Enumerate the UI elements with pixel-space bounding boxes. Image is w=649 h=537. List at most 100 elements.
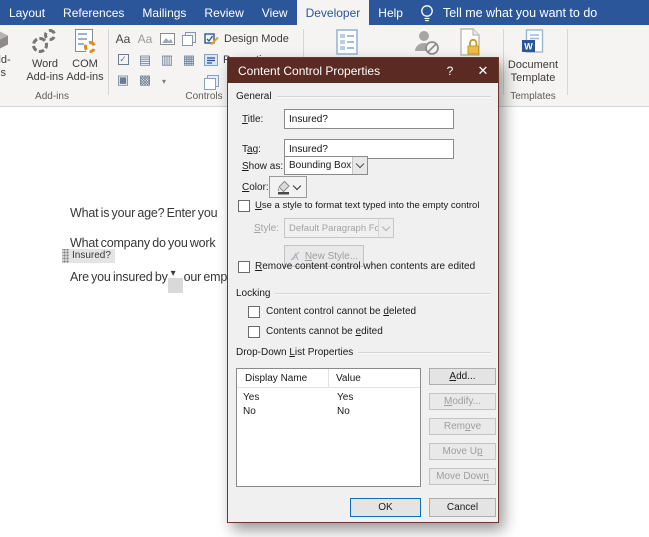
plain-text-control-button[interactable]: Aa: [136, 31, 154, 46]
ddl-cell: No: [337, 405, 350, 417]
svg-text:W: W: [524, 42, 533, 52]
ok-button[interactable]: OK: [350, 498, 421, 517]
content-control-tag-label: Insured?: [69, 249, 115, 263]
group-separator: [567, 29, 568, 95]
ribbon-tab-bar: Layout References Mailings Review View D…: [0, 0, 649, 25]
cannot-edit-checkbox[interactable]: [248, 326, 260, 338]
general-section-header: General: [236, 91, 491, 102]
cancel-button[interactable]: Cancel: [429, 498, 496, 517]
title-field-input[interactable]: Insured?: [284, 109, 454, 129]
tell-me-box[interactable]: Tell me what you want to do: [420, 0, 597, 25]
tab-references[interactable]: References: [54, 0, 133, 25]
dialog-close-button[interactable]: ✕: [468, 58, 498, 83]
color-label: Color:: [242, 182, 269, 193]
content-control-drag-handle[interactable]: [62, 249, 69, 263]
ddl-cell: Yes: [337, 391, 354, 403]
doc-text-line-3-end: our emp: [183, 270, 228, 284]
remove-when-edited-label: Remove content control when contents are…: [255, 261, 476, 272]
content-control-dropdown-box[interactable]: [167, 278, 183, 293]
add-button[interactable]: Add...: [429, 368, 496, 385]
style-dropdown: Default Paragraph Font: [284, 218, 394, 238]
com-addins-button[interactable]: COM Add-ins: [61, 29, 109, 84]
content-control-dropdown-arrow-icon: ▾: [170, 268, 176, 279]
dialog-title: Content Control Properties: [238, 63, 381, 78]
style-value: Default Paragraph Font: [289, 222, 378, 234]
ddl-list[interactable]: Display Name Value Yes Yes No No: [236, 368, 421, 487]
document-template-button[interactable]: W Document Template: [504, 29, 562, 85]
design-mode-label: Design Mode: [224, 32, 289, 45]
color-picker-button[interactable]: [269, 176, 307, 198]
office-addins-label: Add- ins: [0, 54, 11, 79]
group-icon: [204, 75, 219, 90]
new-style-label: New Style...: [304, 250, 359, 262]
addins-group-label: Add-ins: [35, 91, 69, 102]
picture-control-button[interactable]: [158, 31, 176, 46]
document-lock-icon: [460, 28, 480, 56]
tag-field-label: Tag:: [242, 144, 261, 155]
tab-developer[interactable]: Developer: [296, 0, 370, 25]
modify-button: Modify...: [429, 393, 496, 410]
content-control-dropdown[interactable]: ▾: [167, 265, 184, 293]
picture-icon: [159, 32, 175, 45]
tab-help[interactable]: Help: [369, 0, 412, 25]
ddl-col-value: Value: [336, 372, 361, 384]
person-blocked-icon: [415, 31, 439, 55]
com-addins-icon: [73, 29, 97, 55]
use-style-label: Use a style to format text typed into th…: [255, 200, 480, 211]
cannot-delete-label: Content control cannot be deleted: [266, 306, 417, 317]
ddl-row-yes[interactable]: Yes Yes: [237, 390, 420, 404]
style-label: Style:: [254, 223, 280, 234]
building-blocks-icon: [182, 31, 196, 46]
com-addins-label: COM Add-ins: [66, 58, 104, 83]
repeating-section-control-button[interactable]: ▣: [114, 72, 132, 87]
show-as-value: Bounding Box: [289, 160, 352, 171]
content-control-tag[interactable]: Insured?: [62, 249, 115, 263]
remove-button: Rem o ve: [429, 418, 496, 435]
rich-text-control-button[interactable]: Aa: [114, 31, 132, 46]
ddl-cell: No: [243, 405, 256, 417]
ddl-row-no[interactable]: No No: [237, 404, 420, 418]
combo-box-control-button[interactable]: ▤: [136, 52, 154, 67]
properties-icon: [204, 54, 218, 66]
legacy-tools-dropdown-arrow[interactable]: ▾: [155, 74, 173, 89]
remove-when-edited-checkbox[interactable]: [238, 261, 250, 273]
group-separator: [108, 29, 109, 95]
date-picker-control-button[interactable]: ▦: [180, 52, 198, 67]
color-dropdown-arrow-icon: [292, 181, 302, 190]
general-section-label: General: [236, 91, 272, 102]
design-mode-button[interactable]: Design Mode: [204, 31, 289, 46]
content-control-properties-dialog: Content Control Properties ? ✕ General T…: [227, 57, 499, 523]
use-style-checkbox[interactable]: [238, 200, 250, 212]
xml-mapping-icon: [336, 29, 358, 55]
gears-icon: [32, 29, 58, 55]
ddl-cell: Yes: [243, 391, 260, 403]
doc-text-line-3: Are you insured by ▾ our emp: [70, 265, 228, 293]
show-as-dropdown[interactable]: Bounding Box: [284, 156, 368, 175]
dropdown-list-control-button[interactable]: ▥: [158, 52, 176, 67]
locking-section-header: Locking: [236, 288, 491, 299]
new-style-icon: A: [290, 251, 300, 262]
templates-group-label: Templates: [510, 91, 556, 102]
tell-me-label: Tell me what you want to do: [442, 5, 598, 20]
ddl-col-display-name: Display Name: [237, 369, 329, 387]
design-mode-icon: [204, 33, 219, 46]
building-block-control-button[interactable]: [180, 31, 198, 46]
xml-mapping-pane-button[interactable]: [336, 29, 360, 60]
tab-review[interactable]: Review: [195, 0, 252, 25]
word-document-icon: W: [522, 29, 544, 53]
legacy-tools-button[interactable]: ▩: [136, 72, 154, 87]
checkbox-control-button[interactable]: ✓: [114, 52, 132, 67]
doc-text-line-3-start: Are you insured by: [70, 270, 168, 284]
tab-view[interactable]: View: [253, 0, 297, 25]
document-template-label: Document Template: [507, 59, 559, 84]
ddl-section-header: Drop-Down List Properties: [236, 347, 491, 358]
ddl-list-header: Display Name Value: [237, 369, 420, 388]
show-as-dropdown-arrow-icon[interactable]: [352, 157, 367, 174]
dialog-help-button[interactable]: ?: [435, 58, 465, 83]
show-as-label: Show as:: [242, 161, 284, 172]
tab-mailings[interactable]: Mailings: [133, 0, 195, 25]
cannot-delete-checkbox[interactable]: [248, 306, 260, 318]
ddl-section-label: Drop-Down List Properties: [236, 347, 354, 358]
style-dropdown-arrow-icon: [378, 219, 393, 237]
tab-layout[interactable]: Layout: [0, 0, 54, 25]
